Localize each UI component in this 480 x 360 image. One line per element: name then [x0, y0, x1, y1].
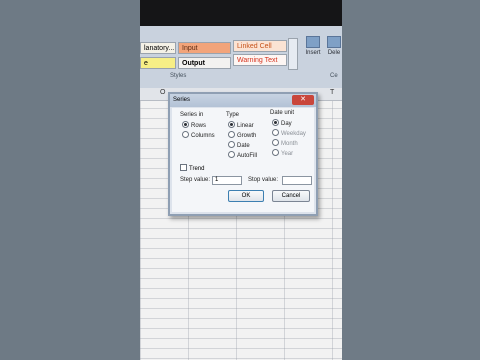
ok-button[interactable]: OK [228, 190, 264, 202]
radio-year-label: Year [281, 151, 294, 158]
trend-checkbox[interactable]: Trend [180, 164, 205, 174]
radio-weekday-label: Weekday [281, 131, 306, 138]
trend-checkbox-box [180, 164, 187, 171]
radio-columns-indicator [182, 131, 189, 138]
radio-year[interactable]: Year [272, 149, 294, 159]
radio-growth[interactable]: Growth [228, 131, 257, 141]
series-in-title: Series in [180, 112, 204, 118]
delete-button[interactable]: Dele [326, 36, 342, 56]
delete-cells-icon [327, 36, 341, 48]
series-dialog: Series ✕ Series in Rows Columns Type Lin… [168, 92, 318, 216]
radio-linear-indicator [228, 121, 235, 128]
style-warning-text[interactable]: Warning Text [233, 54, 287, 66]
title-bar [140, 0, 342, 26]
radio-day[interactable]: Day [272, 119, 292, 129]
insert-button[interactable]: Insert [304, 36, 322, 56]
radio-autofill-indicator [228, 151, 235, 158]
style-linked-cell[interactable]: Linked Cell [233, 40, 287, 52]
dialog-body: Series in Rows Columns Type Linear Growt… [172, 108, 314, 212]
radio-autofill[interactable]: AutoFill [228, 151, 258, 161]
radio-year-indicator [272, 149, 279, 156]
radio-rows-label: Rows [191, 123, 207, 130]
radio-linear-label: Linear [237, 123, 254, 130]
radio-date-indicator [228, 141, 235, 148]
style-input[interactable]: Input [178, 42, 231, 54]
radio-weekday[interactable]: Weekday [272, 129, 306, 139]
ribbon: lanatory... Input Linked Cell e Output W… [140, 26, 342, 88]
radio-rows-indicator [182, 121, 189, 128]
radio-columns-label: Columns [191, 133, 215, 140]
radio-autofill-label: AutoFill [237, 153, 258, 160]
background-right [342, 0, 480, 360]
style-output[interactable]: Output [178, 57, 231, 69]
delete-label: Dele [327, 50, 341, 56]
stop-value-input[interactable] [282, 176, 312, 185]
cancel-button[interactable]: Cancel [272, 190, 310, 202]
background-left [0, 0, 140, 360]
radio-month[interactable]: Month [272, 139, 298, 149]
radio-weekday-indicator [272, 129, 279, 136]
styles-scroll[interactable] [288, 38, 298, 70]
radio-month-label: Month [281, 141, 298, 148]
insert-label: Insert [305, 50, 321, 56]
column-header-o[interactable]: O [160, 89, 165, 96]
style-explanatory[interactable]: lanatory... [140, 42, 176, 54]
column-header-t[interactable]: T [330, 89, 334, 96]
radio-day-label: Day [281, 121, 292, 128]
radio-growth-label: Growth [237, 133, 257, 140]
radio-month-indicator [272, 139, 279, 146]
cells-group-label: Ce [330, 73, 338, 79]
radio-date-label: Date [237, 143, 250, 150]
trend-label: Trend [189, 166, 205, 173]
type-title: Type [226, 112, 240, 118]
styles-group-label: Styles [170, 73, 187, 79]
step-value-label: Step value: [180, 177, 211, 183]
radio-day-indicator [272, 119, 279, 126]
radio-rows[interactable]: Rows [182, 121, 207, 131]
radio-linear[interactable]: Linear [228, 121, 254, 131]
style-neutral[interactable]: e [140, 57, 176, 69]
step-value-input[interactable]: 1 [212, 176, 242, 185]
date-unit-title: Date unit [270, 110, 295, 116]
radio-columns[interactable]: Columns [182, 131, 215, 141]
radio-date[interactable]: Date [228, 141, 250, 151]
radio-growth-indicator [228, 131, 235, 138]
stop-value-label: Stop value: [248, 177, 279, 183]
insert-cells-icon [306, 36, 320, 48]
close-button[interactable]: ✕ [292, 95, 314, 105]
